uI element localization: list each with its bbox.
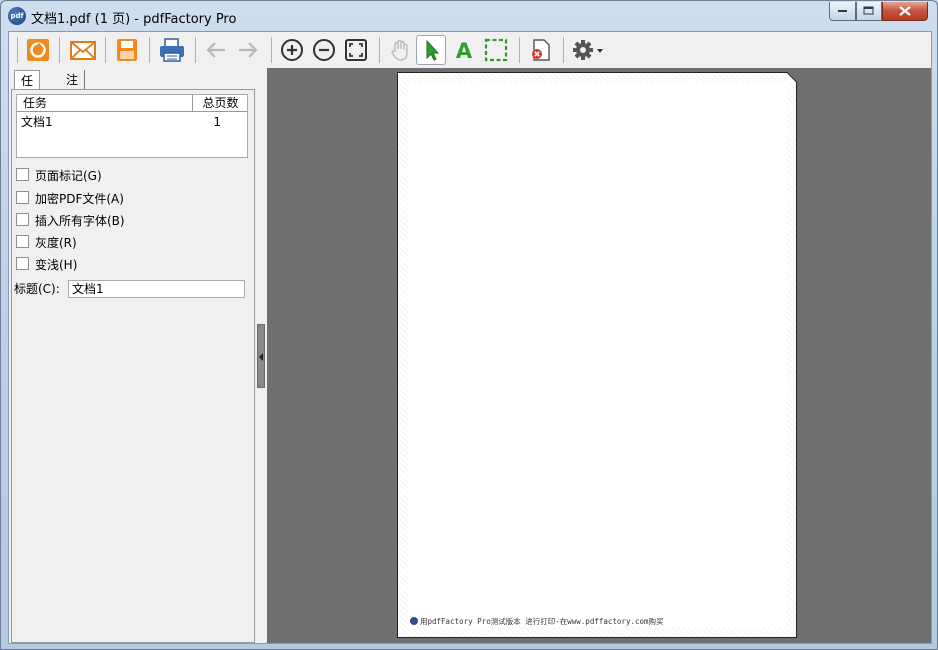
embed-fonts-checkbox[interactable]: 插入所有字体(B) (16, 213, 125, 229)
delete-page-icon (532, 39, 550, 61)
close-icon (899, 6, 911, 16)
delete-page-button[interactable] (525, 35, 555, 65)
checkbox-box[interactable] (16, 213, 29, 226)
checkbox-label: 加密PDF文件(A) (35, 192, 124, 206)
text-tool-button[interactable]: A (449, 35, 479, 65)
job-list[interactable]: 任务 总页数 文档1 1 (16, 94, 248, 158)
pdf-page[interactable]: 用pdfFactory Pro测试版本 进行打印-在www.pdffactory… (397, 72, 797, 638)
job-list-header: 任务 总页数 (17, 95, 247, 112)
fit-page-button[interactable] (341, 35, 371, 65)
client-area: A 任 注 任务 总页数 文档1 1 页面标记(G) 加密PDF文件(A) 插入… (8, 31, 932, 644)
task-panel: 任务 总页数 文档1 1 页面标记(G) 加密PDF文件(A) 插入所有字体(B… (11, 89, 255, 643)
forward-arrow-icon (239, 42, 258, 58)
job-name: 文档1 (21, 115, 53, 129)
checkbox-label: 插入所有字体(B) (35, 214, 125, 228)
toolbar-separator (195, 37, 196, 63)
column-header-total-pages[interactable]: 总页数 (194, 95, 247, 111)
panel-splitter[interactable] (255, 68, 267, 642)
hand-tool-button[interactable] (385, 35, 415, 65)
table-row[interactable]: 文档1 1 (17, 114, 247, 130)
print-icon (160, 38, 184, 62)
pdfactory-logo-icon (27, 39, 49, 61)
tab-task[interactable]: 任务 (14, 70, 41, 108)
job-page-count: 1 (213, 115, 221, 129)
email-button[interactable] (67, 35, 97, 65)
fit-page-icon (345, 39, 367, 61)
toolbar-separator (149, 37, 150, 63)
toolbar-separator (105, 37, 106, 63)
page-printable-area (408, 83, 786, 627)
site-watermark: 下载吧 (799, 586, 927, 637)
encrypt-pdf-checkbox[interactable]: 加密PDF文件(A) (16, 191, 124, 207)
trial-footer: 用pdfFactory Pro测试版本 进行打印-在www.pdffactory… (410, 616, 664, 627)
select-tool-button[interactable] (416, 35, 446, 65)
toolbar-separator (59, 37, 60, 63)
svg-text:A: A (456, 39, 473, 62)
page-marks-checkbox[interactable]: 页面标记(G) (16, 168, 102, 184)
checkbox-box[interactable] (16, 168, 29, 181)
app-logo-icon[interactable]: pdf (8, 7, 26, 25)
toolbar-separator (271, 37, 272, 63)
page-corner-fold (787, 72, 797, 82)
text-tool-icon: A (456, 39, 473, 62)
toolbar-separator (563, 37, 564, 63)
left-panel: 任务 注意 任务 总页数 文档1 1 页面标记(G) 加密PDF文件(A) 插入… (9, 68, 255, 643)
zoom-in-icon (281, 39, 303, 61)
email-icon (70, 41, 96, 60)
close-button[interactable] (882, 2, 928, 21)
title-label: 标题(C): (14, 282, 60, 296)
app-window: pdf 文档1.pdf (1 页) - pdfFactory Pro A 任 注… (0, 0, 938, 650)
lighten-checkbox[interactable]: 变浅(H) (16, 257, 77, 273)
checkbox-box[interactable] (16, 191, 29, 204)
marquee-select-icon (484, 38, 508, 62)
pdfactory-small-icon (410, 617, 418, 625)
checkbox-box[interactable] (16, 235, 29, 248)
hand-tool-icon (391, 39, 408, 61)
settings-gear-icon (573, 40, 603, 60)
main-toolbar: A (9, 32, 931, 68)
tab-notes[interactable]: 注意 (60, 70, 86, 107)
chevron-left-icon (259, 353, 263, 361)
minimize-button[interactable] (829, 2, 856, 21)
title-input[interactable]: 文档1 (68, 280, 245, 298)
toolbar-separator (17, 37, 18, 63)
preview-area[interactable]: 用pdfFactory Pro测试版本 进行打印-在www.pdffactory… (267, 68, 931, 643)
print-button[interactable] (156, 35, 186, 65)
title-bar: pdf 文档1.pdf (1 页) - pdfFactory Pro (1, 1, 937, 31)
toolbar-separator (379, 37, 380, 63)
zoom-in-button[interactable] (277, 35, 307, 65)
trial-footer-text: 用pdfFactory Pro测试版本 进行打印-在www.pdffactory… (420, 617, 664, 626)
maximize-button[interactable] (856, 2, 882, 21)
zoom-out-icon (313, 39, 335, 61)
select-arrow-icon (426, 39, 440, 61)
zoom-out-button[interactable] (309, 35, 339, 65)
back-button[interactable] (201, 35, 231, 65)
toolbar-separator (519, 37, 520, 63)
save-icon (117, 39, 137, 61)
save-button[interactable] (112, 35, 142, 65)
collapse-panel-handle[interactable] (257, 324, 265, 388)
checkbox-label: 变浅(H) (35, 258, 78, 272)
checkbox-label: 页面标记(G) (35, 169, 102, 183)
forward-button[interactable] (233, 35, 263, 65)
grayscale-checkbox[interactable]: 灰度(R) (16, 235, 77, 251)
pdfactory-button[interactable] (23, 35, 53, 65)
checkbox-label: 灰度(R) (35, 236, 77, 250)
column-header-task[interactable]: 任务 (17, 95, 193, 111)
back-arrow-icon (206, 42, 225, 58)
settings-button[interactable] (568, 35, 608, 65)
marquee-select-button[interactable] (481, 35, 511, 65)
window-title: 文档1.pdf (1 页) - pdfFactory Pro (31, 12, 237, 27)
checkbox-box[interactable] (16, 257, 29, 270)
